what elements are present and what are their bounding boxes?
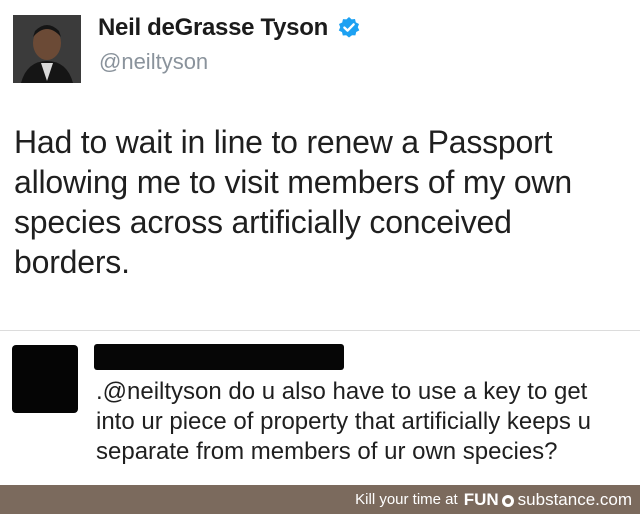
redacted-reply-username [94,344,344,370]
reply-text-line: into ur piece of property that artificia… [96,408,591,435]
author-handle[interactable]: @neiltyson [99,49,208,75]
tweet-text-line: borders. [14,244,130,280]
brand-star-icon [501,493,515,507]
reply-text: .@neiltyson do u also have to use a key … [96,377,636,467]
brand-dotcom: .com [595,489,632,509]
redacted-reply-avatar [12,345,78,413]
tweet-text-line: allowing me to visit members of my own [14,164,572,200]
reply-text-line: .@neiltyson do u also have to use a key … [96,378,588,405]
watermark-text: Kill your time at [355,491,458,508]
reply-text-line: separate from members of ur own species? [96,438,558,465]
watermark-bar: Kill your time at FUN substance .com [0,485,640,514]
funsubstance-logo[interactable]: FUN substance .com [464,490,632,510]
brand-fun: FUN [463,489,499,509]
tweet-text: Had to wait in line to renew a Passport … [14,122,614,282]
author-name[interactable]: Neil deGrasse Tyson [98,14,361,42]
verified-badge-icon [337,16,361,40]
brand-substance: substance [517,489,596,509]
tweet-text-line: species across artificially conceived [14,204,512,240]
divider [0,330,640,331]
author-avatar[interactable] [13,15,81,83]
tweet-text-line: Had to wait in line to renew a Passport [14,124,553,160]
author-name-text[interactable]: Neil deGrasse Tyson [98,14,328,42]
